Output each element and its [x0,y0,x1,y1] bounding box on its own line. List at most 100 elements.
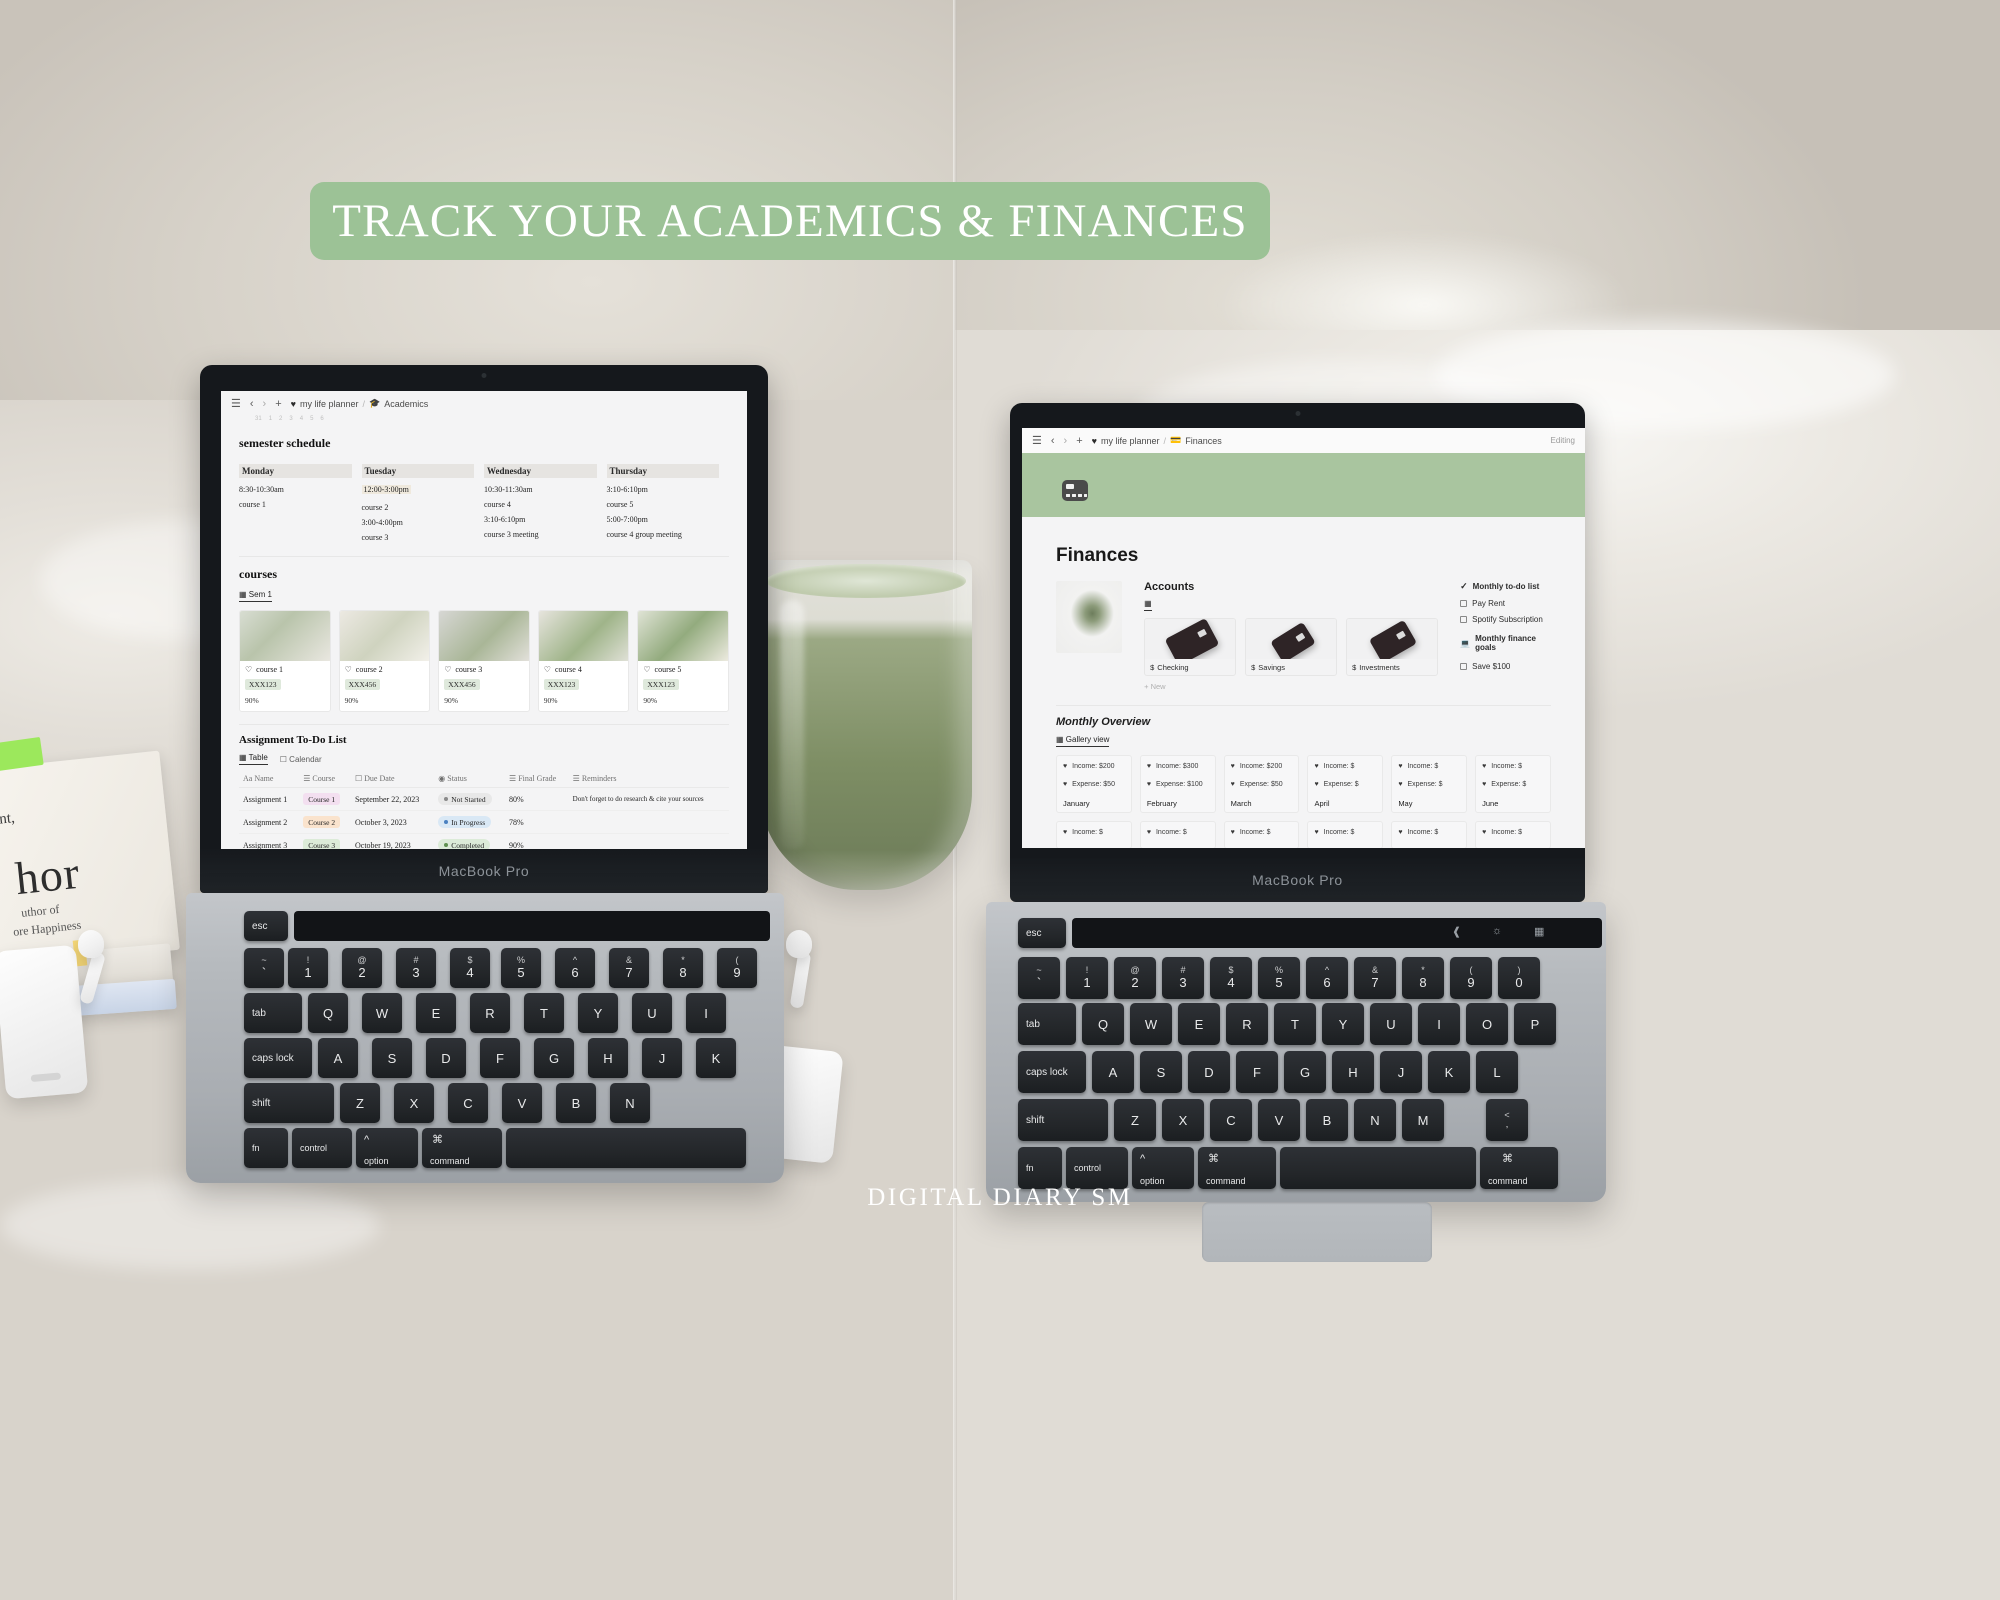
table-row[interactable]: Assignment 1 Course 1 September 22, 2023… [239,787,729,811]
key-p[interactable]: P [1514,1003,1556,1045]
breadcrumb[interactable]: ♥ my life planner / 💳 Finances [1092,435,1222,446]
key-h[interactable]: H [1332,1051,1374,1093]
breadcrumb[interactable]: ♥ my life planner / 🎓 Academics [291,398,429,409]
key-g[interactable]: G [1284,1051,1326,1093]
key-x[interactable]: X [394,1083,434,1123]
key-c[interactable]: C [448,1083,488,1123]
key-fn[interactable]: fn [1018,1147,1062,1189]
table-row[interactable]: Assignment 2 Course 2 October 3, 2023 In… [239,810,729,834]
key-control[interactable]: control [1066,1147,1128,1189]
key-i[interactable]: I [1418,1003,1460,1045]
key-l[interactable]: L [1476,1051,1518,1093]
checkbox[interactable] [1460,600,1468,607]
key-u[interactable]: U [632,993,672,1033]
month-card[interactable]: ♥ Income: $ [1475,821,1551,848]
key-s[interactable]: S [1140,1051,1182,1093]
todo-item[interactable]: Spotify Subscription [1460,615,1551,624]
breadcrumb-workspace[interactable]: my life planner [300,399,359,409]
key-y[interactable]: Y [578,993,618,1033]
plus-icon[interactable]: + [1076,435,1082,447]
key-3[interactable]: #3 [1162,957,1204,999]
key-z[interactable]: Z [340,1083,380,1123]
key-h[interactable]: H [588,1038,628,1078]
account-card[interactable]: $ Savings [1245,618,1338,676]
key-x[interactable]: X [1162,1099,1204,1141]
tab-table[interactable]: ▦ Table [239,753,268,765]
course-card[interactable]: ♡ course 2 XXX456 90% [338,610,431,712]
key-r[interactable]: R [470,993,510,1033]
col-due-date[interactable]: ☐ Due Date [350,770,435,788]
key-a[interactable]: A [318,1038,358,1078]
account-card[interactable]: $ Checking [1144,618,1237,676]
month-card[interactable]: ♥ Income: $ [1223,821,1300,848]
key-command[interactable]: ⌘ command [1198,1147,1276,1189]
key-2[interactable]: @2 [342,948,382,988]
chevron-right-icon[interactable]: › [263,398,267,410]
col-reminders[interactable]: ☰ Reminders [568,770,729,788]
key-shift[interactable]: shift [244,1083,334,1123]
key-2[interactable]: @2 [1114,957,1156,999]
key-shift[interactable]: shift [1018,1099,1108,1141]
key-tab[interactable]: tab [1018,1003,1076,1045]
key-g[interactable]: G [534,1038,574,1078]
key-tab[interactable]: tab [244,993,302,1033]
key-d[interactable]: D [426,1038,466,1078]
breadcrumb-workspace[interactable]: my life planner [1101,436,1160,446]
course-card[interactable]: ♡ course 1 XXX123 90% [239,610,331,712]
prev-track-icon[interactable]: ❰ [1452,925,1461,938]
month-card[interactable]: ♥ Income: $ ♥ Expense: $ May [1391,755,1468,813]
key-less-than[interactable]: <, [1486,1099,1528,1141]
key-o[interactable]: O [1466,1003,1508,1045]
key-y[interactable]: Y [1322,1003,1364,1045]
key-8[interactable]: * 8 [663,948,703,988]
course-card[interactable]: ♡ course 4 XXX123 90% [537,610,630,712]
month-card[interactable]: ♥ Income: $300 ♥ Expense: $100 February [1139,755,1216,813]
checkbox[interactable] [1460,663,1468,670]
chevron-right-icon[interactable]: › [1064,435,1068,447]
key-f[interactable]: F [1236,1051,1278,1093]
key-b[interactable]: B [556,1083,596,1123]
course-card[interactable]: ♡ course 3 XXX456 90% [438,610,530,712]
key-v[interactable]: V [502,1083,542,1123]
accounts-new-button[interactable]: + New [1144,682,1438,691]
plus-icon[interactable]: + [275,398,281,410]
key-a[interactable]: A [1092,1051,1134,1093]
brightness-icon[interactable]: ☼ [1492,925,1502,937]
overview-gallery-tab[interactable]: ▦ Gallery view [1056,735,1110,747]
tab-calendar[interactable]: ☐ Calendar [280,755,322,764]
key-n[interactable]: N [610,1083,650,1123]
key-n[interactable]: N [1354,1099,1396,1141]
key-esc[interactable]: esc [1018,918,1066,948]
course-card[interactable]: ♡ course 5 XXX123 90% [637,610,729,712]
key-s[interactable]: S [372,1038,412,1078]
key-u[interactable]: U [1370,1003,1412,1045]
month-card[interactable]: ♥ Income: $ [1307,821,1384,848]
key-k[interactable]: K [1428,1051,1470,1093]
breadcrumb-page[interactable]: Finances [1185,436,1222,446]
key-command[interactable]: ⌘ command [422,1128,502,1168]
key-option[interactable]: ^ option [356,1128,418,1168]
key-5[interactable]: % 5 [1258,957,1300,999]
account-card[interactable]: $ Investments [1346,618,1439,676]
key-9[interactable]: (9 [717,948,757,988]
month-card[interactable]: ♥ Income: $ [1056,821,1132,848]
col-name[interactable]: Aa Name [239,770,300,788]
key-q[interactable]: Q [1082,1003,1124,1045]
key-3[interactable]: #3 [396,948,436,988]
key-0[interactable]: ) 0 [1498,957,1540,999]
touchbar[interactable] [294,911,770,941]
key-caps-lock[interactable]: caps lock [1018,1051,1086,1093]
key-w[interactable]: W [1130,1003,1172,1045]
col-course[interactable]: ☰ Course [299,770,351,788]
key-e[interactable]: E [416,993,456,1033]
key-esc[interactable]: esc [244,911,288,941]
key-option[interactable]: ^ option [1132,1147,1194,1189]
month-card[interactable]: ♥ Income: $200 ♥ Expense: $50 January [1056,755,1132,813]
month-card[interactable]: ♥ Income: $200 ♥ Expense: $50 March [1223,755,1300,813]
key-space[interactable] [1280,1147,1476,1189]
month-card[interactable]: ♥ Income: $ [1139,821,1216,848]
chevron-left-icon[interactable]: ‹ [250,398,254,410]
month-card[interactable]: ♥ Income: $ ♥ Expense: $ April [1307,755,1384,813]
key-8[interactable]: * 8 [1402,957,1444,999]
key-m[interactable]: M [1402,1099,1444,1141]
